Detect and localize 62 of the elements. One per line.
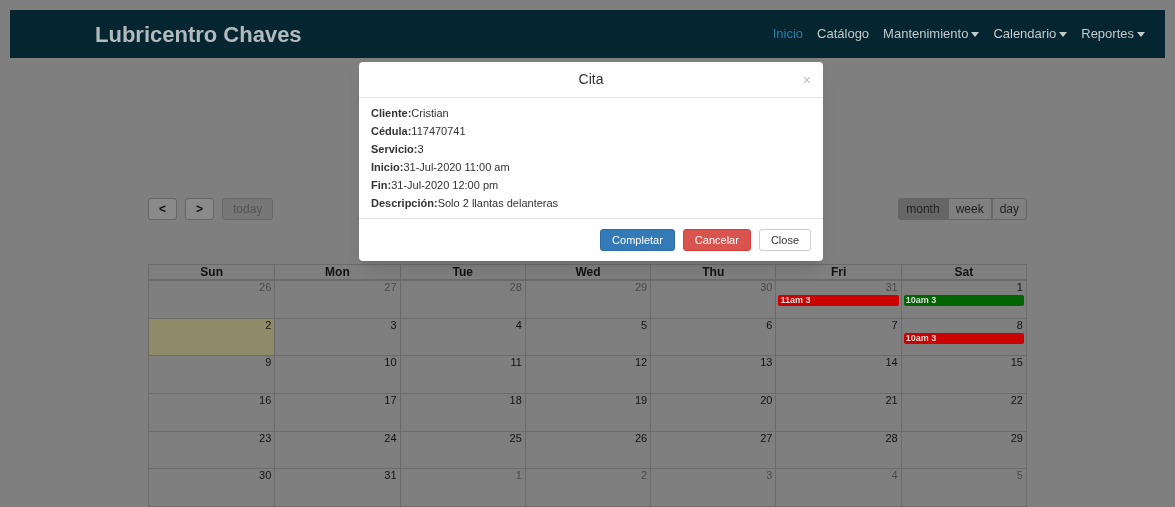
- detail-line: Fin:31-Jul-2020 12:00 pm: [371, 178, 500, 192]
- weekday-header: Wed: [524, 265, 651, 279]
- day-cell[interactable]: 25: [399, 431, 525, 469]
- day-cell[interactable]: 5: [524, 318, 651, 356]
- calendar-nav-button[interactable]: <: [148, 198, 177, 220]
- nav-link[interactable]: Reportes: [1081, 24, 1145, 44]
- day-cell[interactable]: 19: [524, 394, 651, 431]
- nav-link[interactable]: Mantenimiento: [883, 24, 980, 44]
- day-cell[interactable]: 1 10am 3: [900, 281, 1026, 318]
- day-cell[interactable]: 12: [524, 356, 651, 393]
- day-cell[interactable]: 24: [274, 431, 400, 469]
- detail-line: Servicio:3: [371, 142, 425, 156]
- detail-line: Descripción:Solo 2 llantas delanteras: [371, 196, 560, 210]
- day-cell[interactable]: 21: [775, 394, 901, 431]
- day-cell[interactable]: 4: [399, 318, 525, 356]
- calendar-nav-button[interactable]: >: [185, 198, 215, 220]
- dialog-button[interactable]: Cancelar: [682, 229, 751, 251]
- weekday-header: Tue: [399, 265, 525, 279]
- nav-link[interactable]: Inicio: [772, 24, 804, 44]
- weekday-header: Fri: [775, 265, 901, 279]
- detail-line: Inicio:31-Jul-2020 11:00 am: [371, 160, 511, 174]
- day-cell[interactable]: 30: [149, 469, 275, 507]
- weekday-header: Sun: [199, 265, 224, 279]
- day-cell[interactable]: 10: [274, 356, 400, 393]
- day-cell[interactable]: 15: [900, 356, 1026, 393]
- detail-line: Cédula:117470741: [371, 124, 467, 138]
- view-tab[interactable]: month: [898, 198, 948, 220]
- day-cell[interactable]: 14: [775, 356, 901, 393]
- day-cell[interactable]: 22: [900, 394, 1026, 431]
- day-cell[interactable]: 6: [650, 318, 776, 356]
- day-cell[interactable]: 13: [650, 356, 776, 393]
- day-cell[interactable]: 20: [650, 394, 776, 431]
- event-bar[interactable]: 10am 3: [903, 332, 1024, 344]
- weekday-header: Sat: [900, 265, 1026, 279]
- day-cell[interactable]: 7: [775, 318, 901, 356]
- nav-link[interactable]: Catálogo: [817, 24, 870, 44]
- dialog-button[interactable]: Close: [758, 229, 811, 251]
- day-cell[interactable]: 8 10am 3: [900, 318, 1026, 356]
- dialog-button[interactable]: Completar: [600, 229, 675, 251]
- day-cell[interactable]: 26: [524, 431, 651, 469]
- day-cell[interactable]: 28: [775, 431, 901, 469]
- day-cell[interactable]: 16: [149, 394, 275, 431]
- day-cell[interactable]: 31: [274, 469, 400, 507]
- day-cell[interactable]: 2: [149, 318, 275, 356]
- day-cell[interactable]: 23: [149, 431, 275, 469]
- nav-link[interactable]: Calendario: [993, 24, 1068, 44]
- day-cell[interactable]: 18: [399, 394, 525, 431]
- brand-title[interactable]: Lubricentro Chaves: [95, 17, 302, 51]
- day-cell[interactable]: 29: [900, 431, 1026, 469]
- event-bar[interactable]: 11am 3: [778, 295, 899, 306]
- view-tab[interactable]: day: [991, 198, 1027, 220]
- day-cell[interactable]: 11: [399, 356, 525, 393]
- day-cell[interactable]: 17: [274, 394, 400, 431]
- view-tab[interactable]: week: [947, 198, 992, 220]
- event-bar[interactable]: 10am 3: [903, 295, 1024, 306]
- day-cell[interactable]: 9: [149, 356, 275, 393]
- day-cell[interactable]: 3: [274, 318, 400, 356]
- weekday-header: Mon: [274, 265, 400, 279]
- day-cell[interactable]: 27: [650, 431, 776, 469]
- detail-line: Cliente:Cristian: [371, 106, 450, 120]
- modal-title: Cita: [578, 70, 604, 89]
- weekday-header: Thu: [650, 265, 776, 279]
